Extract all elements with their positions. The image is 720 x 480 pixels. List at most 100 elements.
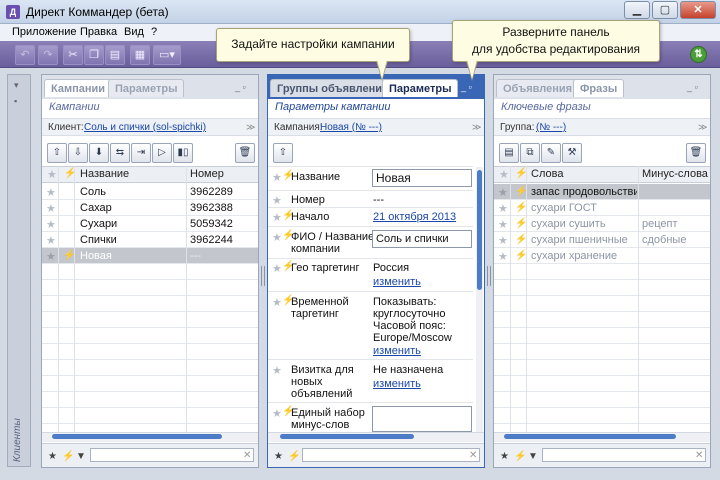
col-words-header[interactable]: Слова bbox=[531, 168, 563, 180]
filter-icon[interactable]: ▼ bbox=[528, 451, 538, 462]
upload-icon[interactable]: ⇧ bbox=[47, 143, 67, 163]
copy-phrase-icon[interactable]: ⧉ bbox=[520, 143, 540, 163]
view-dropdown-icon[interactable]: ▭▾ bbox=[153, 45, 181, 65]
copy-campaign-icon[interactable]: ⇆ bbox=[110, 143, 130, 163]
campaign-filter-expand-icon[interactable]: ≫ bbox=[472, 122, 481, 133]
star-icon: ★ bbox=[272, 263, 282, 275]
name-input[interactable]: Новая bbox=[372, 169, 472, 187]
star-column-icon[interactable]: ★ bbox=[47, 168, 57, 181]
star-icon: ★ bbox=[272, 297, 282, 309]
time-change-link[interactable]: изменить bbox=[373, 345, 421, 357]
favorite-star-icon[interactable]: ★ bbox=[498, 202, 508, 215]
favorite-star-icon[interactable]: ★ bbox=[498, 218, 508, 231]
col-number-header[interactable]: Номер bbox=[190, 168, 224, 180]
status-filter-icon[interactable]: ⚡ bbox=[288, 451, 300, 462]
clients-strip[interactable] bbox=[7, 74, 31, 467]
favorite-star-icon[interactable]: ★ bbox=[46, 202, 56, 215]
cut-icon[interactable]: ✂ bbox=[63, 45, 83, 65]
client-filter-expand-icon[interactable]: ≫ bbox=[246, 122, 255, 133]
params-vscroll-thumb[interactable] bbox=[477, 170, 482, 290]
clear-search-icon[interactable]: ✕ bbox=[243, 450, 251, 461]
tab-phrases[interactable]: Фразы bbox=[573, 79, 625, 97]
phrases-search-input[interactable] bbox=[542, 448, 706, 462]
columns-icon[interactable]: ▦ bbox=[130, 45, 150, 65]
card-label-line3: объявлений bbox=[291, 388, 353, 400]
card-change-link[interactable]: изменить bbox=[373, 378, 421, 390]
col-name-header[interactable]: Название bbox=[80, 168, 129, 180]
maximize-button[interactable]: ▢ bbox=[652, 1, 678, 19]
tooltip-arrow bbox=[377, 60, 387, 79]
time-targeting-label-line2: таргетинг bbox=[291, 308, 339, 320]
favorite-star-icon[interactable]: ★ bbox=[46, 250, 56, 263]
group-filter-expand-icon[interactable]: ≫ bbox=[698, 122, 707, 133]
status-filter-icon[interactable]: ⚡ bbox=[514, 451, 526, 462]
tab-campaigns[interactable]: Кампании bbox=[44, 79, 113, 97]
fio-input[interactable]: Соль и спички bbox=[372, 230, 472, 248]
minus-words-textarea[interactable] bbox=[372, 406, 472, 432]
menu-help[interactable]: ? bbox=[151, 26, 157, 38]
splitter-handle[interactable] bbox=[261, 266, 265, 286]
clear-search-icon[interactable]: ✕ bbox=[695, 450, 703, 461]
sync-icon[interactable]: ⇅ bbox=[690, 46, 707, 63]
tab-ad-groups[interactable]: Группы объявлений bbox=[270, 79, 396, 97]
campaigns-search-input[interactable] bbox=[90, 448, 254, 462]
filter-icon[interactable]: ▼ bbox=[76, 451, 86, 462]
copy-icon[interactable]: ❐ bbox=[84, 45, 104, 65]
favorite-star-icon[interactable]: ★ bbox=[46, 186, 56, 199]
import-icon[interactable]: ⬇ bbox=[89, 143, 109, 163]
paste-icon[interactable]: ▤ bbox=[105, 45, 125, 65]
group-filter-link[interactable]: (№ ---) bbox=[536, 122, 566, 133]
edit-phrase-icon[interactable]: ✎ bbox=[541, 143, 561, 163]
delete-icon[interactable]: 🗑 bbox=[686, 143, 706, 163]
status-filter-icon[interactable]: ⚡ bbox=[62, 451, 74, 462]
field-divider bbox=[268, 207, 473, 208]
clients-pin-icon[interactable]: ▪ bbox=[14, 96, 17, 106]
campaign-filter-link[interactable]: Новая (№ ---) bbox=[320, 122, 382, 133]
move-icon[interactable]: ⇥ bbox=[131, 143, 151, 163]
start-date-link[interactable]: 21 октября 2013 bbox=[373, 211, 456, 223]
star-icon: ★ bbox=[272, 408, 282, 420]
tab-params[interactable]: Параметры bbox=[382, 79, 459, 97]
favorite-star-icon[interactable]: ★ bbox=[46, 218, 56, 231]
favorites-filter-icon[interactable]: ★ bbox=[274, 451, 283, 462]
wordstat-icon[interactable]: ⚒ bbox=[562, 143, 582, 163]
start-icon[interactable]: ▷ bbox=[152, 143, 172, 163]
favorites-filter-icon[interactable]: ★ bbox=[48, 451, 57, 462]
download-icon[interactable]: ⇩ bbox=[68, 143, 88, 163]
phrase-words: запас продовольствия bbox=[531, 186, 637, 198]
params-hscroll-thumb[interactable] bbox=[280, 434, 414, 439]
favorite-star-icon[interactable]: ★ bbox=[498, 186, 508, 199]
menu-app[interactable]: Приложение bbox=[12, 26, 77, 38]
field-divider bbox=[268, 190, 473, 191]
favorite-star-icon[interactable]: ★ bbox=[498, 250, 508, 263]
tab-campaign-params[interactable]: Параметры bbox=[108, 79, 185, 97]
add-phrase-icon[interactable]: ▤ bbox=[499, 143, 519, 163]
campaigns-window-controls[interactable]: _ ▫ bbox=[235, 82, 246, 92]
menu-view[interactable]: Вид bbox=[124, 26, 144, 38]
params-search-input[interactable] bbox=[302, 448, 480, 462]
client-filter-link[interactable]: Соль и спички (sol-spichki) bbox=[84, 122, 206, 133]
favorite-star-icon[interactable]: ★ bbox=[46, 234, 56, 247]
delete-icon[interactable]: 🗑 bbox=[235, 143, 255, 163]
favorites-filter-icon[interactable]: ★ bbox=[500, 451, 509, 462]
phrase-words: сухари ГОСТ bbox=[531, 202, 598, 214]
redo-icon[interactable]: ↷ bbox=[38, 45, 58, 65]
campaigns-hscroll-thumb[interactable] bbox=[52, 434, 222, 439]
splitter-handle[interactable] bbox=[487, 266, 491, 286]
col-minus-words-header[interactable]: Минус-слова bbox=[642, 168, 708, 180]
phrases-window-controls[interactable]: _ ▫ bbox=[687, 82, 698, 92]
star-column-icon[interactable]: ★ bbox=[499, 168, 509, 181]
tab-ads[interactable]: Объявления bbox=[496, 79, 580, 97]
params-window-controls[interactable]: _ ▫ bbox=[461, 82, 472, 92]
menu-edit[interactable]: Правка bbox=[80, 26, 117, 38]
stats-icon[interactable]: ▮▯ bbox=[173, 143, 193, 163]
clients-collapse-icon[interactable]: ▾ bbox=[14, 80, 19, 91]
clear-search-icon[interactable]: ✕ bbox=[469, 450, 477, 461]
close-button[interactable]: ✕ bbox=[680, 1, 716, 19]
upload-icon[interactable]: ⇧ bbox=[273, 143, 293, 163]
undo-icon[interactable]: ↶ bbox=[15, 45, 35, 65]
phrases-hscroll-thumb[interactable] bbox=[504, 434, 676, 439]
minimize-button[interactable]: ▁ bbox=[624, 1, 650, 19]
favorite-star-icon[interactable]: ★ bbox=[498, 234, 508, 247]
geo-change-link[interactable]: изменить bbox=[373, 276, 421, 288]
